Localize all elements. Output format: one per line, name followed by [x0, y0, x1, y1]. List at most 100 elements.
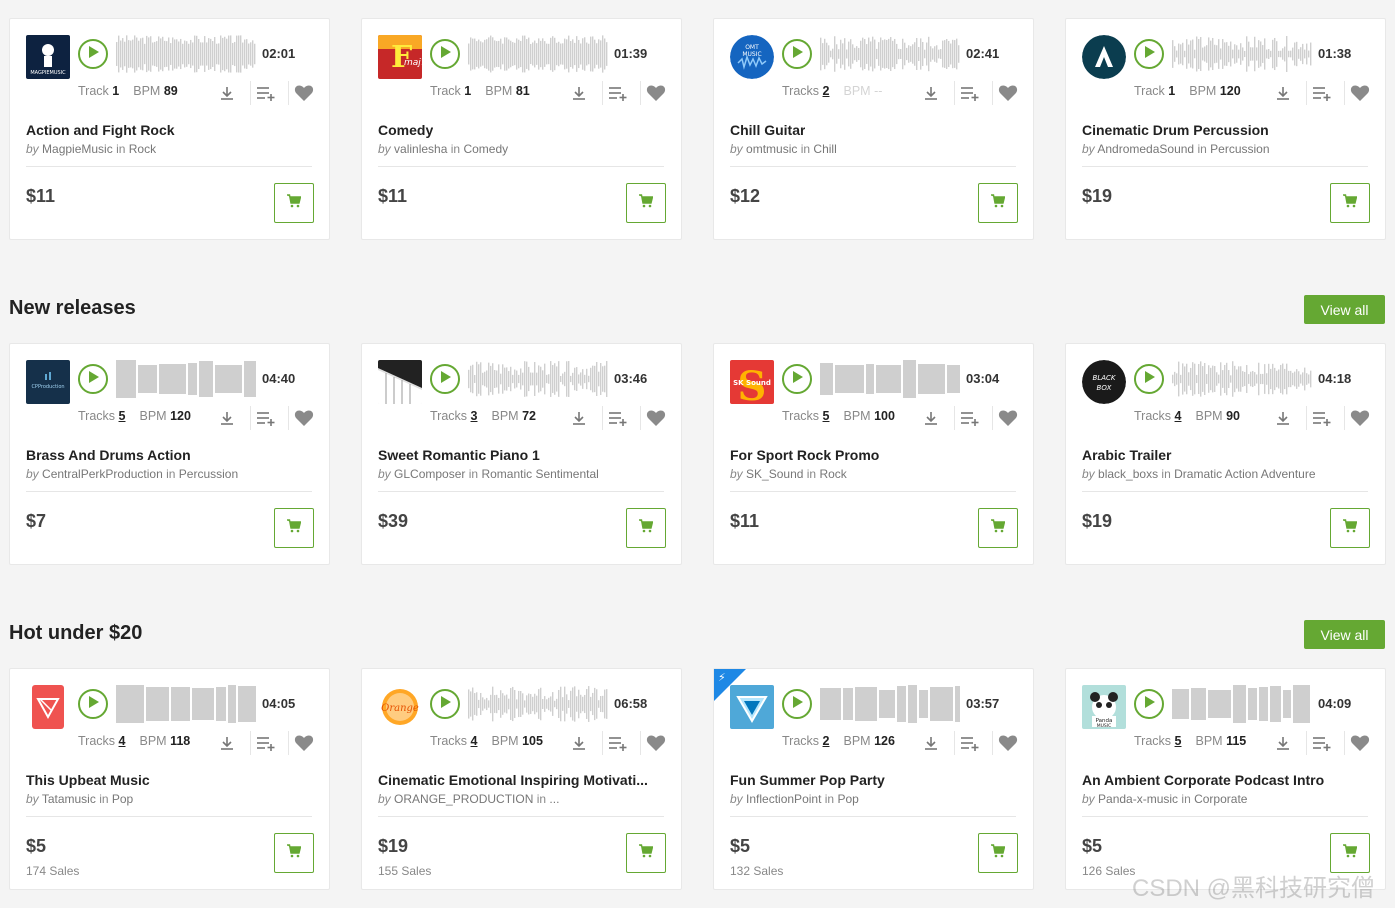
waveform[interactable]: [820, 360, 960, 398]
cover-image[interactable]: [1082, 35, 1126, 79]
track-title[interactable]: Sweet Romantic Piano 1: [378, 447, 540, 463]
add-to-playlist-button[interactable]: [954, 81, 980, 105]
category-link[interactable]: Corporate: [1194, 792, 1247, 806]
play-button[interactable]: [78, 39, 108, 69]
download-button[interactable]: [920, 731, 942, 755]
waveform[interactable]: [1172, 35, 1312, 73]
author-link[interactable]: CentralPerkProduction: [42, 467, 163, 481]
author-link[interactable]: valinlesha: [394, 142, 447, 156]
add-to-playlist-button[interactable]: [250, 81, 276, 105]
author-link[interactable]: AndromedaSound: [1097, 142, 1194, 156]
cover-image[interactable]: S SK Sound: [730, 360, 774, 404]
add-to-playlist-button[interactable]: [954, 731, 980, 755]
category-link[interactable]: Comedy: [463, 142, 508, 156]
favorite-button[interactable]: [640, 406, 666, 430]
category-link[interactable]: Rock: [129, 142, 156, 156]
download-button[interactable]: [920, 81, 942, 105]
play-button[interactable]: [1134, 39, 1164, 69]
add-to-cart-button[interactable]: [626, 833, 666, 873]
track-title[interactable]: An Ambient Corporate Podcast Intro: [1082, 772, 1324, 788]
category-link[interactable]: Chill: [813, 142, 836, 156]
track-title[interactable]: Action and Fight Rock: [26, 122, 175, 138]
view-all-button[interactable]: View all: [1304, 295, 1385, 324]
waveform[interactable]: [468, 360, 608, 398]
favorite-button[interactable]: [640, 731, 666, 755]
favorite-button[interactable]: [992, 81, 1018, 105]
track-title[interactable]: Comedy: [378, 122, 433, 138]
track-title[interactable]: Chill Guitar: [730, 122, 805, 138]
add-to-playlist-button[interactable]: [1306, 731, 1332, 755]
waveform[interactable]: [116, 35, 256, 73]
favorite-button[interactable]: [992, 731, 1018, 755]
add-to-playlist-button[interactable]: [602, 81, 628, 105]
track-title[interactable]: Cinematic Emotional Inspiring Motivati..…: [378, 772, 648, 788]
play-button[interactable]: [430, 39, 460, 69]
track-title[interactable]: For Sport Rock Promo: [730, 447, 879, 463]
cover-image[interactable]: BLACK BOX: [1082, 360, 1126, 404]
add-to-cart-button[interactable]: [626, 183, 666, 223]
author-link[interactable]: SK_Sound: [746, 467, 803, 481]
favorite-button[interactable]: [288, 406, 314, 430]
author-link[interactable]: Panda-x-music: [1098, 792, 1178, 806]
play-button[interactable]: [1134, 689, 1164, 719]
author-link[interactable]: ORANGE_PRODUCTION: [394, 792, 533, 806]
play-button[interactable]: [1134, 364, 1164, 394]
add-to-playlist-button[interactable]: [954, 406, 980, 430]
add-to-playlist-button[interactable]: [1306, 406, 1332, 430]
favorite-button[interactable]: [640, 81, 666, 105]
play-button[interactable]: [782, 689, 812, 719]
favorite-button[interactable]: [288, 731, 314, 755]
download-button[interactable]: [568, 406, 590, 430]
waveform[interactable]: [1172, 685, 1312, 723]
add-to-cart-button[interactable]: [274, 508, 314, 548]
waveform[interactable]: [820, 685, 960, 723]
add-to-playlist-button[interactable]: [1306, 81, 1332, 105]
add-to-playlist-button[interactable]: [602, 731, 628, 755]
category-link[interactable]: Dramatic Action Adventure: [1174, 467, 1315, 481]
cover-image[interactable]: Panda MUSIC: [1082, 685, 1126, 729]
author-link[interactable]: InflectionPoint: [746, 792, 821, 806]
add-to-cart-button[interactable]: [1330, 183, 1370, 223]
add-to-cart-button[interactable]: [978, 833, 1018, 873]
download-button[interactable]: [1272, 406, 1294, 430]
add-to-playlist-button[interactable]: [602, 406, 628, 430]
download-button[interactable]: [216, 731, 238, 755]
waveform[interactable]: [1172, 360, 1312, 398]
cover-image[interactable]: MAGPIEMUSIC: [26, 35, 70, 79]
download-button[interactable]: [1272, 81, 1294, 105]
category-link[interactable]: ...: [549, 792, 559, 806]
download-button[interactable]: [216, 406, 238, 430]
waveform[interactable]: [116, 360, 256, 398]
play-button[interactable]: [430, 689, 460, 719]
favorite-button[interactable]: [288, 81, 314, 105]
download-button[interactable]: [216, 81, 238, 105]
download-button[interactable]: [568, 81, 590, 105]
author-link[interactable]: black_boxs: [1098, 467, 1158, 481]
cover-image[interactable]: [378, 360, 422, 404]
add-to-cart-button[interactable]: [274, 833, 314, 873]
cover-image[interactable]: Orange: [378, 685, 422, 729]
add-to-playlist-button[interactable]: [250, 406, 276, 430]
add-to-cart-button[interactable]: [1330, 833, 1370, 873]
add-to-cart-button[interactable]: [978, 183, 1018, 223]
category-link[interactable]: Percussion: [1210, 142, 1269, 156]
category-link[interactable]: Percussion: [179, 467, 238, 481]
track-title[interactable]: Arabic Trailer: [1082, 447, 1172, 463]
play-button[interactable]: [78, 689, 108, 719]
favorite-button[interactable]: [992, 406, 1018, 430]
download-button[interactable]: [1272, 731, 1294, 755]
cover-image[interactable]: OMT MUSIC: [730, 35, 774, 79]
favorite-button[interactable]: [1344, 406, 1370, 430]
track-title[interactable]: Cinematic Drum Percussion: [1082, 122, 1269, 138]
track-title[interactable]: Fun Summer Pop Party: [730, 772, 885, 788]
add-to-playlist-button[interactable]: [250, 731, 276, 755]
waveform[interactable]: [468, 685, 608, 723]
play-button[interactable]: [782, 364, 812, 394]
add-to-cart-button[interactable]: [1330, 508, 1370, 548]
download-button[interactable]: [568, 731, 590, 755]
play-button[interactable]: [430, 364, 460, 394]
category-link[interactable]: Pop: [112, 792, 133, 806]
favorite-button[interactable]: [1344, 731, 1370, 755]
category-link[interactable]: Pop: [837, 792, 858, 806]
track-title[interactable]: This Upbeat Music: [26, 772, 150, 788]
